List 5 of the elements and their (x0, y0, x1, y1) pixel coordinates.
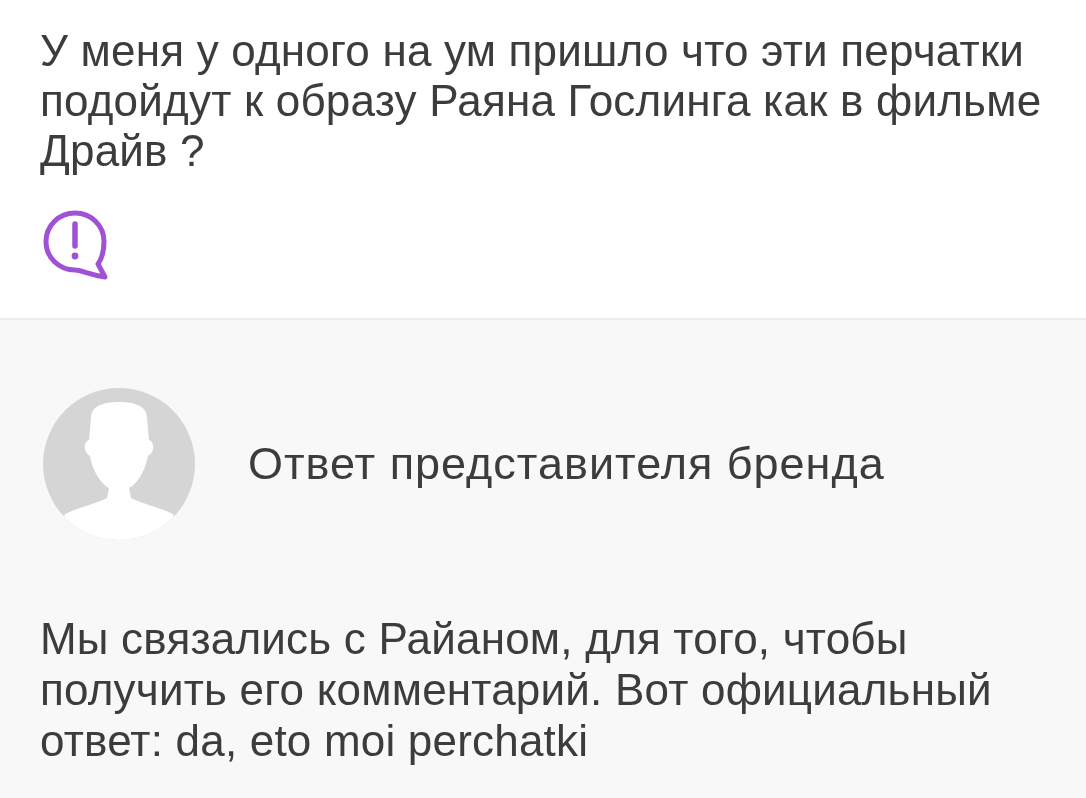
reply-author: Ответ представителя бренда (248, 439, 885, 489)
exclamation-bubble-icon[interactable] (43, 210, 109, 280)
question-text: У меня у одного на ум пришло что эти перчатки подойдут к образу Раяна Гослинга как в фильме Драйв ? (40, 26, 1043, 176)
avatar-icon (43, 388, 195, 540)
reply-text: Мы связались с Райаном, для того, чтобы получить его комментарий. Вот официальный ответ: da, eto moi perchatki (40, 613, 993, 766)
